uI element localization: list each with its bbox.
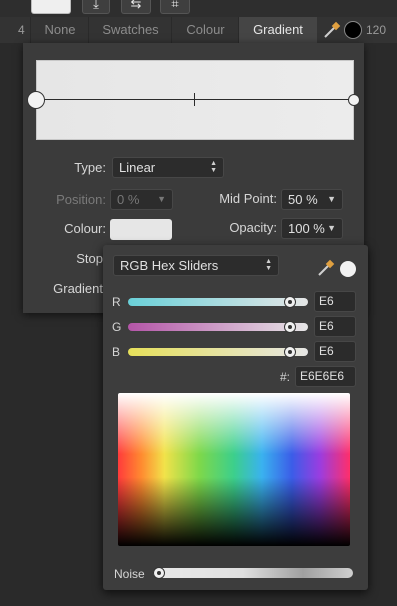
crop-button[interactable]: ⌗ [160,0,190,14]
chevron-down-icon: ▼ [157,194,166,204]
slider-b[interactable] [128,348,308,356]
colour-mode-select[interactable]: RGB Hex Sliders ▲ ▼ [113,255,279,276]
tab-none[interactable]: None [30,17,89,43]
noise-slider[interactable] [153,568,353,578]
right-number: 120 [366,23,387,37]
midpoint-select[interactable]: 50 % ▼ [281,189,343,210]
type-value: Linear [119,160,156,175]
midpoint-label: Mid Point: [219,191,277,206]
picked-colour-indicator[interactable] [340,261,356,277]
hex-label: #: [280,370,291,384]
value-r[interactable]: E6 [314,291,356,312]
eyedropper-icon[interactable] [322,20,342,40]
position-label: Position: [56,192,106,207]
colour-swatch[interactable] [110,219,172,240]
colour-mode-value: RGB Hex Sliders [120,258,219,273]
updown-icon: ▲ ▼ [265,258,272,272]
slider-r[interactable] [128,298,308,306]
tab-bar: 4 None Swatches Colour Gradient 120 [0,17,397,43]
chevron-down-icon: ▼ [327,194,336,204]
current-colour-indicator[interactable] [344,21,362,39]
position-select[interactable]: 0 % ▼ [110,189,173,210]
download-icon: ⤓ [93,0,99,11]
value-b[interactable]: E6 [314,341,356,362]
updown-icon: ▲ ▼ [210,160,217,174]
channel-label-r: R [112,295,121,309]
opacity-select[interactable]: 100 % ▼ [281,218,343,239]
channel-label-g: G [112,320,122,334]
opacity-label: Opacity: [229,220,277,235]
slider-g[interactable] [128,323,308,331]
slider-b-knob[interactable] [284,346,296,358]
stop-label: Stop [76,251,103,266]
tab-gradient[interactable]: Gradient [238,17,317,43]
gradient-stop-end[interactable] [348,94,360,106]
gradient-line [36,99,354,100]
chevron-down-icon: ▼ [327,223,336,233]
channel-label-b: B [112,345,121,359]
download-button[interactable]: ⤓ [82,0,110,14]
toolbar: ⤓ ⇆ ⌗ [0,0,397,17]
colour-label: Colour: [64,221,106,236]
gradient-label: Gradient [53,281,103,296]
gradient-stop-start[interactable] [27,91,45,109]
swap-button[interactable]: ⇆ [121,0,151,14]
type-select[interactable]: Linear ▲ ▼ [112,157,224,178]
left-number: 4 [18,23,25,37]
noise-label: Noise [114,567,145,581]
position-value: 0 % [117,192,140,207]
slider-g-knob[interactable] [284,321,296,333]
colour-spectrum[interactable] [118,393,350,546]
midpoint-value: 50 % [288,192,318,207]
hex-input[interactable]: E6E6E6 [295,366,356,387]
type-label: Type: [74,160,106,175]
tab-swatches[interactable]: Swatches [88,17,172,43]
gradient-preview[interactable] [36,60,354,140]
opacity-value: 100 % [288,221,325,236]
midpoint-marker[interactable] [194,93,195,106]
noise-slider-knob[interactable] [153,567,165,579]
colour-well-button[interactable] [31,0,71,14]
crop-icon: ⌗ [171,0,179,11]
picker-eyedropper-icon[interactable] [316,258,336,278]
swap-icon: ⇆ [130,0,142,11]
tab-colour[interactable]: Colour [171,17,239,43]
slider-r-knob[interactable] [284,296,296,308]
value-g[interactable]: E6 [314,316,356,337]
